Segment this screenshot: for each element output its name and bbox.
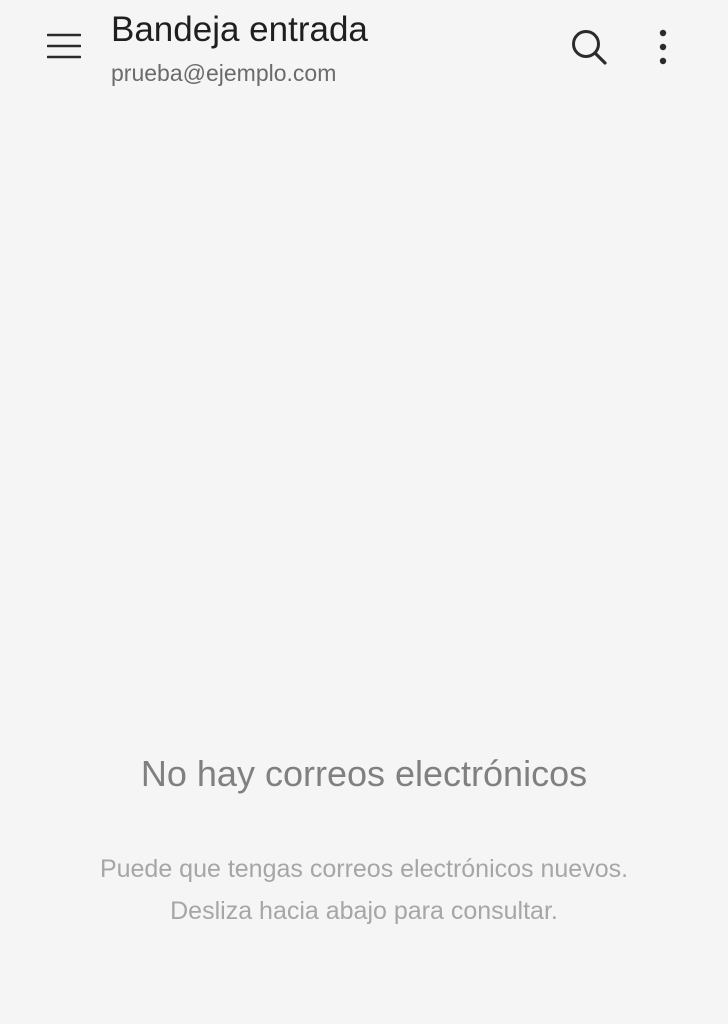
- title-block: Bandeja entrada prueba@ejemplo.com: [111, 8, 368, 88]
- empty-state-title: No hay correos electrónicos: [140, 753, 588, 794]
- search-button[interactable]: [562, 20, 616, 74]
- more-vertical-icon: [659, 29, 667, 65]
- empty-state-message: Puede que tengas correos electrónicos nu…: [99, 855, 629, 925]
- page-title: Bandeja entrada: [111, 10, 368, 49]
- account-email: prueba@ejemplo.com: [111, 60, 337, 86]
- search-icon: [572, 30, 607, 65]
- app-bar: Bandeja entrada prueba@ejemplo.com: [0, 0, 728, 110]
- menu-button[interactable]: [38, 20, 90, 72]
- more-options-button[interactable]: [636, 20, 690, 74]
- empty-state: No hay correos electrónicos Puede que te…: [0, 748, 728, 932]
- menu-icon: [47, 33, 81, 59]
